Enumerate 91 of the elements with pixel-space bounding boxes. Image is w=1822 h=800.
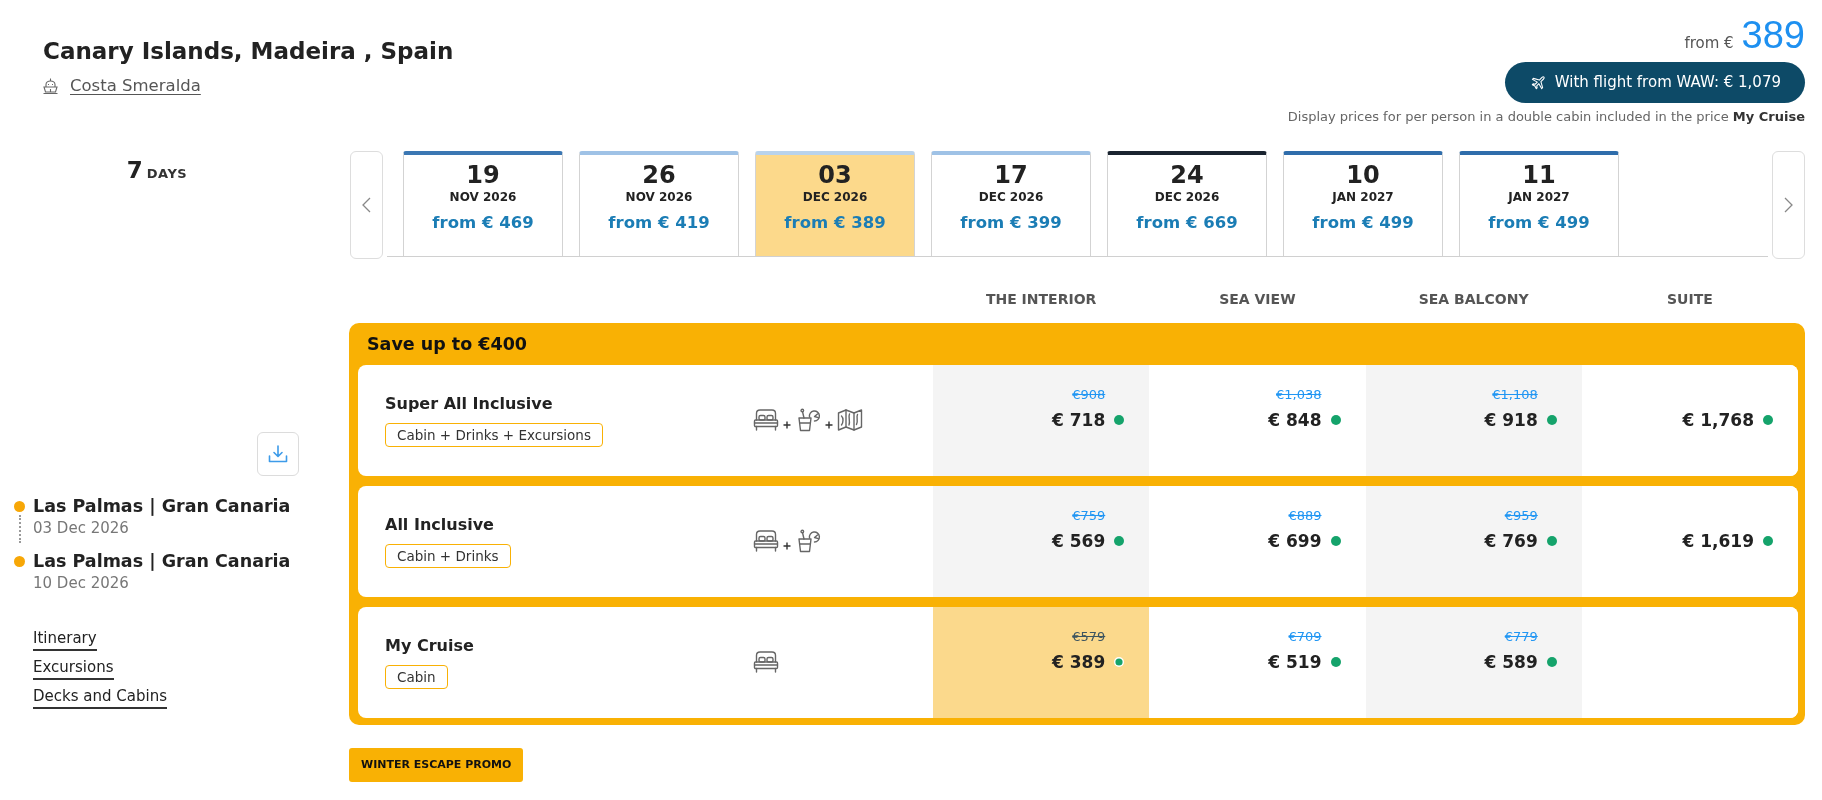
availability-dot-icon xyxy=(1546,656,1557,667)
cabin-price: € 589 xyxy=(1484,650,1538,674)
drink-icon xyxy=(795,408,821,432)
old-price: €1,108 xyxy=(1492,385,1538,404)
old-price: €709 xyxy=(1288,627,1322,646)
offer-title: Save up to €400 xyxy=(366,332,529,356)
cabin-column-heading: THE INTERIOR xyxy=(984,289,1098,309)
price-cell[interactable]: €1,108 € 918 xyxy=(1365,364,1582,476)
port-name: Las Palmas | Gran Canaria xyxy=(33,549,291,573)
map-icon xyxy=(837,408,863,432)
cabin-column-heading: SEA BALCONY xyxy=(1417,289,1530,309)
date-tab[interactable]: 19 NOV 2026 from € 469 xyxy=(403,150,563,256)
drink-icon xyxy=(795,529,821,553)
chevron-left-icon xyxy=(362,196,371,213)
duration-unit: DAYS xyxy=(146,165,188,181)
date-tab[interactable]: 11 JAN 2027 from € 499 xyxy=(1459,150,1619,256)
previous-dates-button[interactable] xyxy=(350,150,383,259)
availability-dot-icon xyxy=(1763,535,1773,546)
old-price: €959 xyxy=(1504,506,1538,525)
timeline-line xyxy=(18,514,21,543)
date-tab[interactable]: 26 NOV 2026 from € 419 xyxy=(579,150,739,256)
cabin-price: € 699 xyxy=(1268,529,1322,553)
cabin-column-heading: SUITE xyxy=(1666,289,1714,309)
download-button[interactable] xyxy=(257,431,299,476)
promo-badge: WINTER ESCAPE PROMO xyxy=(349,747,524,782)
lowest-price: 389 xyxy=(1741,16,1805,54)
ship-name-link[interactable]: Costa Smeralda xyxy=(70,73,201,99)
cabin-price: € 569 xyxy=(1052,529,1106,553)
trip-title: Canary Islands, Madeira , Spain xyxy=(43,38,454,66)
old-price: €779 xyxy=(1504,627,1538,646)
cabin-price: € 519 xyxy=(1268,650,1322,674)
cabin-price: € 918 xyxy=(1484,408,1538,432)
availability-dot-icon xyxy=(1330,535,1341,546)
availability-dot-icon xyxy=(1546,535,1557,546)
timeline-dot-icon xyxy=(14,500,25,512)
availability-dot-icon xyxy=(1114,414,1125,425)
timeline-dot-icon xyxy=(14,555,25,567)
plus-icon xyxy=(825,421,833,429)
port-name: Las Palmas | Gran Canaria xyxy=(33,494,291,518)
old-price: €759 xyxy=(1072,506,1106,525)
cabin-price: € 1,619 xyxy=(1682,529,1754,553)
cabin-price: € 848 xyxy=(1268,408,1322,432)
price-cell[interactable]: €759 € 569 xyxy=(933,485,1150,597)
availability-dot-icon xyxy=(1330,656,1341,667)
plus-icon xyxy=(783,542,791,550)
ship-icon xyxy=(43,77,58,94)
old-price: €908 xyxy=(1072,385,1106,404)
price-cell[interactable]: €579 € 389 xyxy=(933,606,1150,718)
price-note: Display prices for per person in a double cabin included in the price My Cruise xyxy=(1287,107,1805,125)
port-date: 10 Dec 2026 xyxy=(33,572,130,593)
price-cell[interactable]: €959 € 769 xyxy=(1365,485,1582,597)
cabin-price: € 718 xyxy=(1052,408,1106,432)
side-link[interactable]: Decks and Cabins xyxy=(33,685,167,709)
cabin-price: € 1,768 xyxy=(1682,408,1754,432)
port-date: 03 Dec 2026 xyxy=(33,517,130,538)
cabin-column-heading: SEA VIEW xyxy=(1218,289,1297,309)
plus-icon xyxy=(783,421,791,429)
old-price: €579 xyxy=(1072,627,1106,646)
bed-icon xyxy=(753,529,779,553)
download-icon xyxy=(268,444,288,463)
old-price: €889 xyxy=(1288,506,1322,525)
side-link[interactable]: Excursions xyxy=(33,656,114,680)
availability-dot-icon xyxy=(1114,535,1125,546)
date-tab[interactable]: 10 JAN 2027 from € 499 xyxy=(1283,150,1443,256)
cabin-price: € 389 xyxy=(1052,650,1106,674)
next-dates-button[interactable] xyxy=(1772,150,1805,259)
availability-dot-icon xyxy=(1114,656,1125,667)
bed-icon xyxy=(753,650,779,674)
price-prefix: from € xyxy=(1684,33,1734,54)
old-price: €1,038 xyxy=(1276,385,1322,404)
package-name: Super All Inclusive xyxy=(385,393,554,415)
availability-dot-icon xyxy=(1546,414,1557,425)
flight-price-button[interactable]: With flight from WAW: € 1,079 xyxy=(1504,61,1805,103)
bed-icon xyxy=(753,408,779,432)
date-tab[interactable]: 03 DEC 2026 from € 389 xyxy=(755,150,915,256)
price-cell[interactable]: €908 € 718 xyxy=(933,364,1150,476)
availability-dot-icon xyxy=(1763,414,1773,425)
package-tag: Cabin + Drinks xyxy=(385,544,511,568)
side-link[interactable]: Itinerary xyxy=(33,627,97,651)
package-tag: Cabin xyxy=(385,665,448,689)
plane-icon xyxy=(1530,74,1547,90)
package-name: All Inclusive xyxy=(385,514,495,536)
package-name: My Cruise xyxy=(385,635,475,657)
price-cell[interactable]: €779 € 589 xyxy=(1365,606,1582,718)
duration-number: 7 xyxy=(126,156,143,183)
cabin-price: € 769 xyxy=(1484,529,1538,553)
chevron-right-icon xyxy=(1784,196,1793,213)
availability-dot-icon xyxy=(1330,414,1341,425)
package-tag: Cabin + Drinks + Excursions xyxy=(385,423,603,447)
date-tab[interactable]: 17 DEC 2026 from € 399 xyxy=(931,150,1091,256)
date-tab[interactable]: 24 DEC 2026 from € 669 xyxy=(1107,150,1267,256)
